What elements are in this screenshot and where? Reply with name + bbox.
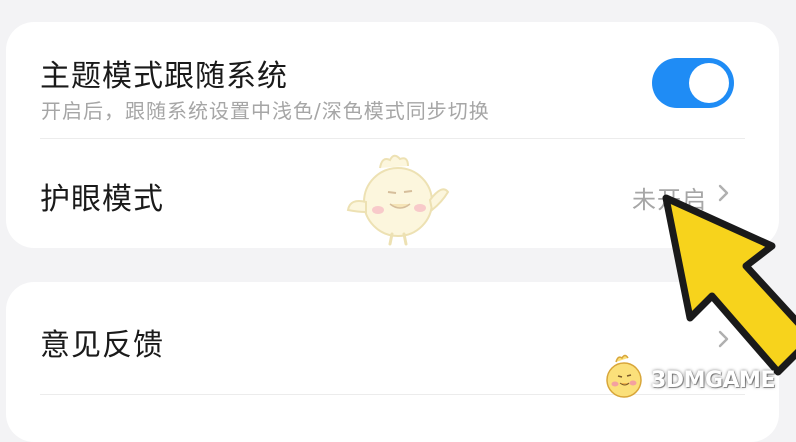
theme-follow-system-description: 开启后，跟随系统设置中浅色/深色模式同步切换 [41,99,490,123]
theme-follow-system-label: 主题模式跟随系统 [40,59,288,94]
eye-care-mode-label: 护眼模式 [40,182,164,217]
mascot-watermark-icon [346,150,450,246]
theme-follow-system-row[interactable]: 主题模式跟随系统 开启后，跟随系统设置中浅色/深色模式同步切换 [6,22,779,138]
theme-follow-system-toggle[interactable] [652,58,734,108]
watermark-mascot-icon [598,352,648,402]
settings-card-feedback: 意见反馈 [6,282,779,442]
eye-care-mode-status: 未开启 [632,186,707,214]
chevron-right-icon [713,180,735,206]
toggle-knob [689,63,729,103]
watermark-text: 3DMGAME [651,368,775,393]
feedback-label: 意见反馈 [40,328,164,363]
chevron-right-icon [713,326,735,352]
